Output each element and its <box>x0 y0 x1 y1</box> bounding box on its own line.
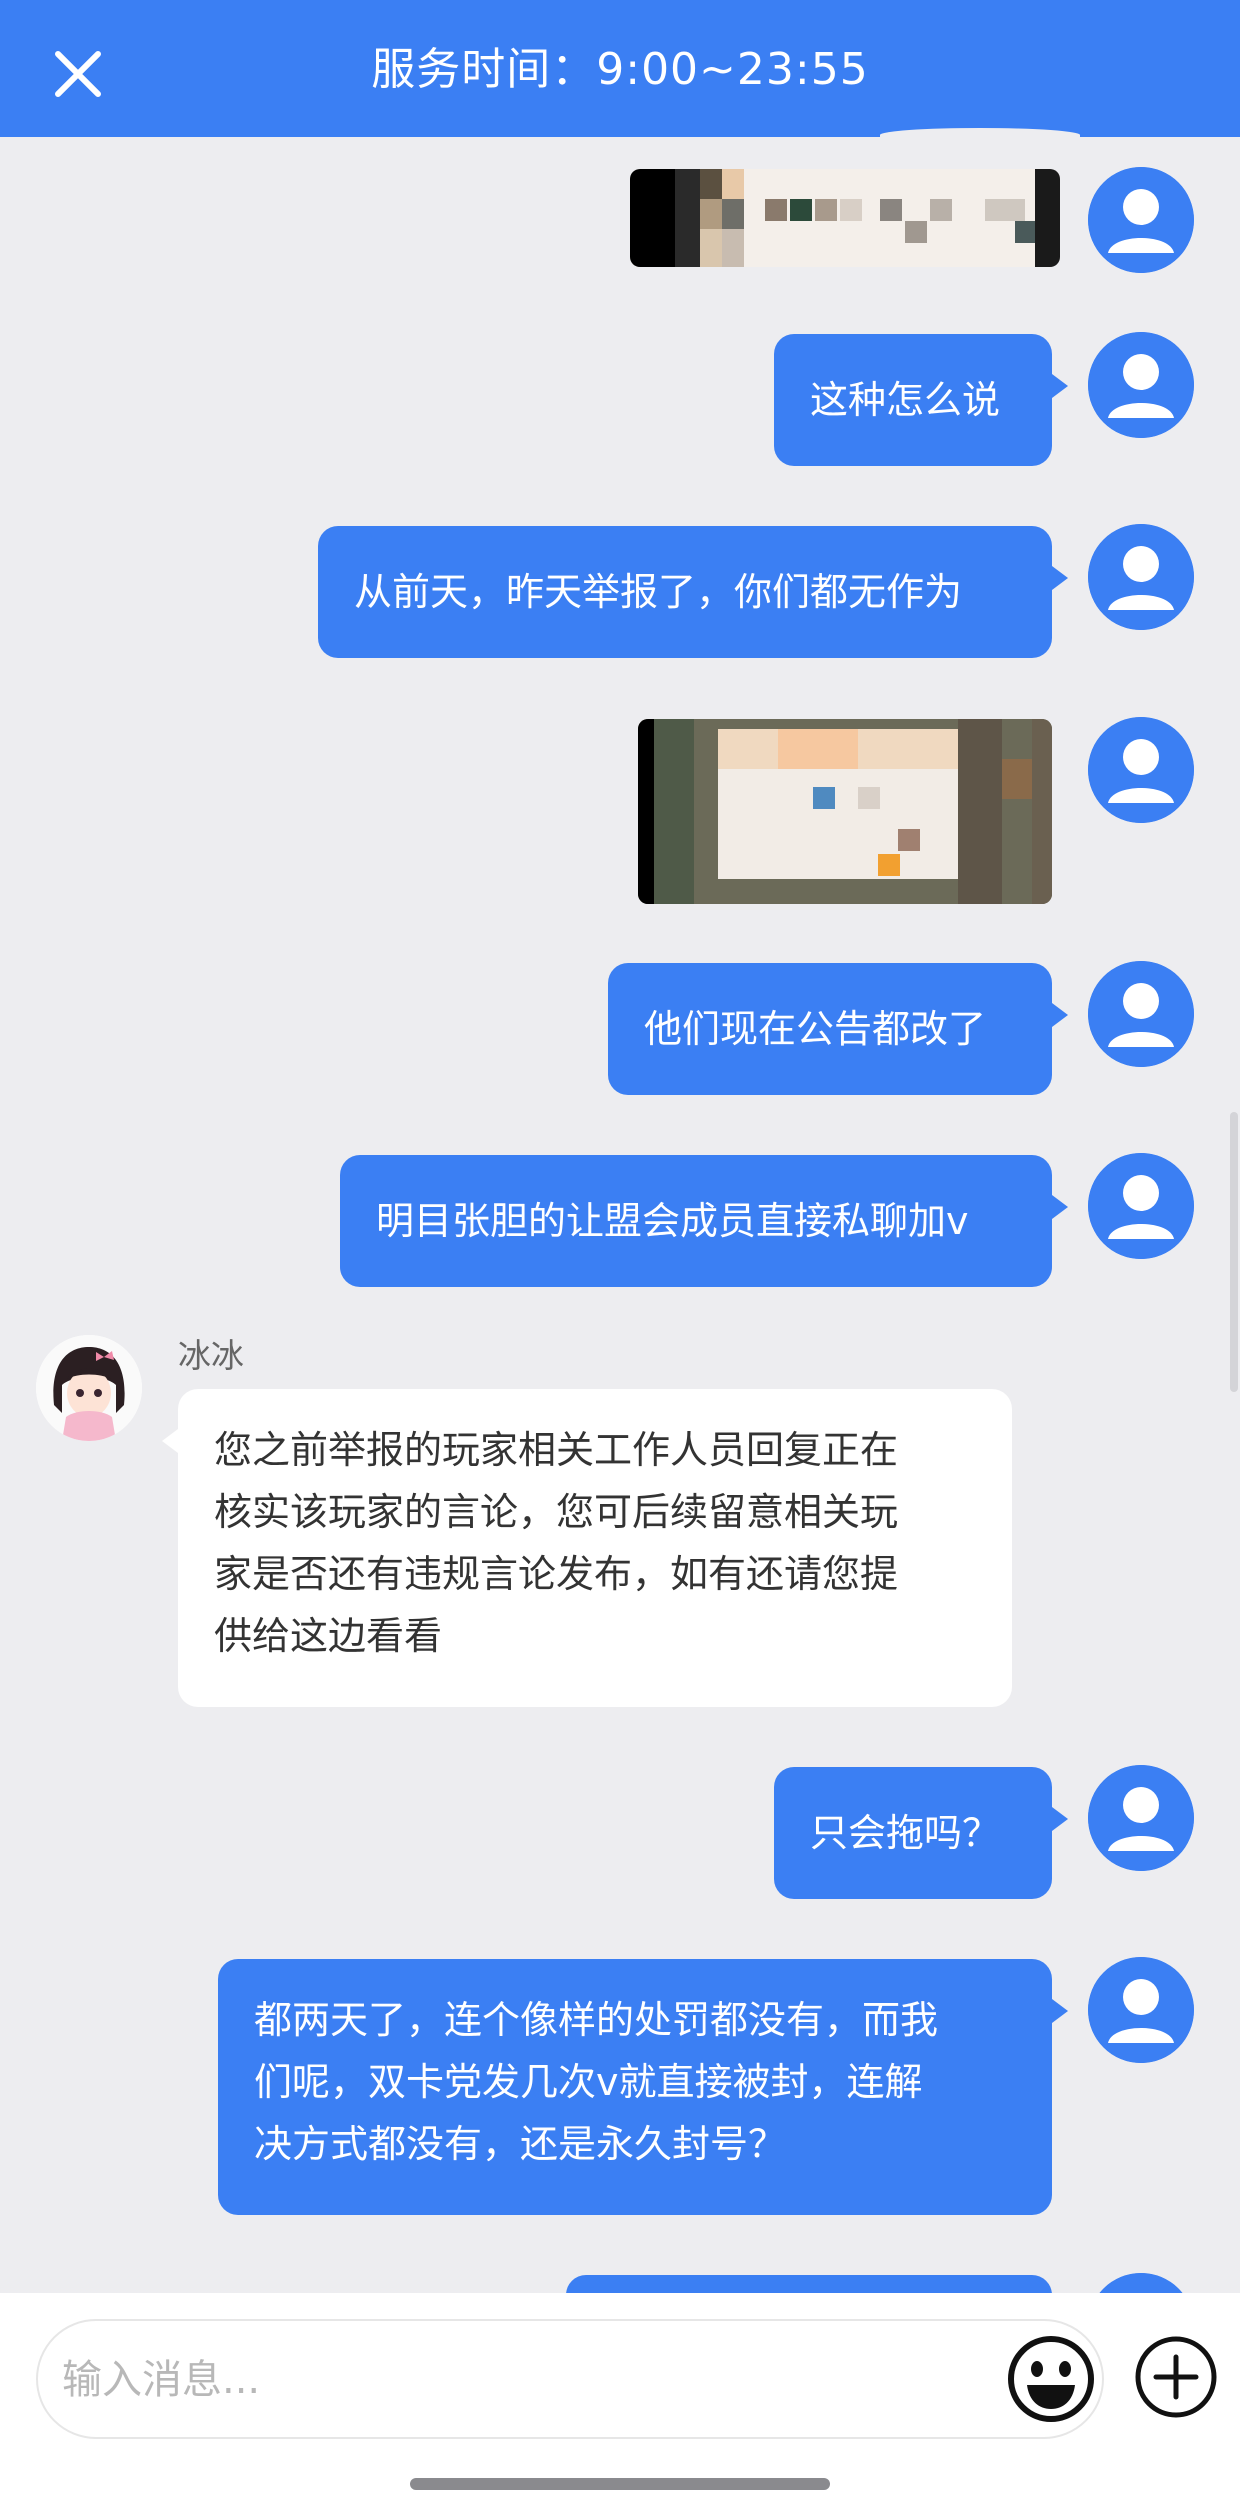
message-text: 只会拖吗？ <box>810 1811 1001 1855</box>
message-bubble[interactable]: 这种怎么说 <box>774 334 1068 466</box>
anime-girl-avatar-icon <box>36 1335 142 1441</box>
user-avatar-icon <box>1088 332 1194 438</box>
input-bar <box>0 2293 1240 2519</box>
user-avatar[interactable] <box>1088 1957 1194 2063</box>
message-input[interactable] <box>60 2321 994 2439</box>
image-message[interactable] <box>638 719 1052 904</box>
message-line: 都两天了，连个像样的处罚都没有，而我 <box>254 1998 939 2042</box>
user-avatar-icon <box>1088 524 1194 630</box>
message-bubble[interactable]: 明目张胆的让盟会成员直接私聊加v <box>340 1155 1068 1287</box>
message-line: 您之前举报的玩家相关工作人员回复正在 <box>214 1428 899 1472</box>
user-avatar-icon <box>1088 961 1194 1067</box>
image-message[interactable] <box>630 169 1060 267</box>
message-bubble[interactable]: 他们现在公告都改了 <box>608 963 1068 1095</box>
user-avatar-icon <box>1088 717 1194 823</box>
agent-avatar[interactable] <box>36 1335 142 1441</box>
user-avatar-icon <box>1088 1765 1194 1871</box>
user-avatar[interactable] <box>1088 717 1194 823</box>
message-input-container <box>36 2319 1104 2439</box>
user-avatar-icon <box>1088 1153 1194 1259</box>
message-text: 他们现在公告都改了 <box>644 1007 987 1051</box>
message-text: 从前天，昨天举报了，你们都无作为 <box>354 570 963 614</box>
add-attachment-button[interactable] <box>1132 2333 1220 2421</box>
message-line: 家是否还有违规言论发布，如有还请您提 <box>214 1552 899 1596</box>
message-bubble-partial[interactable] <box>566 2275 1052 2293</box>
service-hours-title: 服务时间：9:00~23:55 <box>371 44 869 95</box>
plus-icon <box>1135 2336 1217 2418</box>
top-bar: 服务时间：9:00~23:55 <box>0 0 1240 142</box>
user-avatar[interactable] <box>1088 2273 1194 2293</box>
message-text: 明目张胆的让盟会成员直接私聊加v <box>376 1199 969 1243</box>
user-avatar-icon <box>1099 2273 1183 2293</box>
user-avatar[interactable] <box>1088 1765 1194 1871</box>
user-avatar[interactable] <box>1088 1153 1194 1259</box>
emoji-button[interactable] <box>1003 2331 1099 2427</box>
user-avatar[interactable] <box>1088 167 1194 273</box>
user-avatar-icon <box>1088 167 1194 273</box>
user-avatar[interactable] <box>1088 332 1194 438</box>
message-line: 们呢，双卡党发几次v就直接被封，连解 <box>254 2060 923 2104</box>
message-line: 核实该玩家的言论，您可后续留意相关玩 <box>214 1490 899 1534</box>
message-bubble[interactable]: 都两天了，连个像样的处罚都没有，而我 们呢，双卡党发几次v就直接被封，连解 决方… <box>218 1959 1068 2215</box>
message-line: 供给这边看看 <box>214 1614 443 1658</box>
agent-message-bubble[interactable]: 您之前举报的玩家相关工作人员回复正在 核实该玩家的言论，您可后续留意相关玩 家是… <box>162 1389 1012 1707</box>
message-bubble[interactable]: 从前天，昨天举报了，你们都无作为 <box>318 526 1068 658</box>
message-line: 决方式都没有，还是永久封号？ <box>254 2122 787 2166</box>
agent-name: 冰冰 <box>178 1336 244 1375</box>
user-avatar[interactable] <box>1088 524 1194 630</box>
home-indicator[interactable] <box>410 2478 830 2490</box>
user-avatar-icon <box>1088 1957 1194 2063</box>
message-text: 这种怎么说 <box>810 378 1001 422</box>
emoji-icon <box>1008 2336 1094 2422</box>
message-bubble[interactable]: 只会拖吗？ <box>774 1767 1068 1899</box>
user-avatar[interactable] <box>1088 961 1194 1067</box>
scrollbar[interactable] <box>1230 1112 1238 1392</box>
chat-area[interactable]: 这种怎么说 从前天，昨天举报了，你们都无作为 他们现在公告都改了 明目张胆的让盟… <box>0 137 1240 2293</box>
